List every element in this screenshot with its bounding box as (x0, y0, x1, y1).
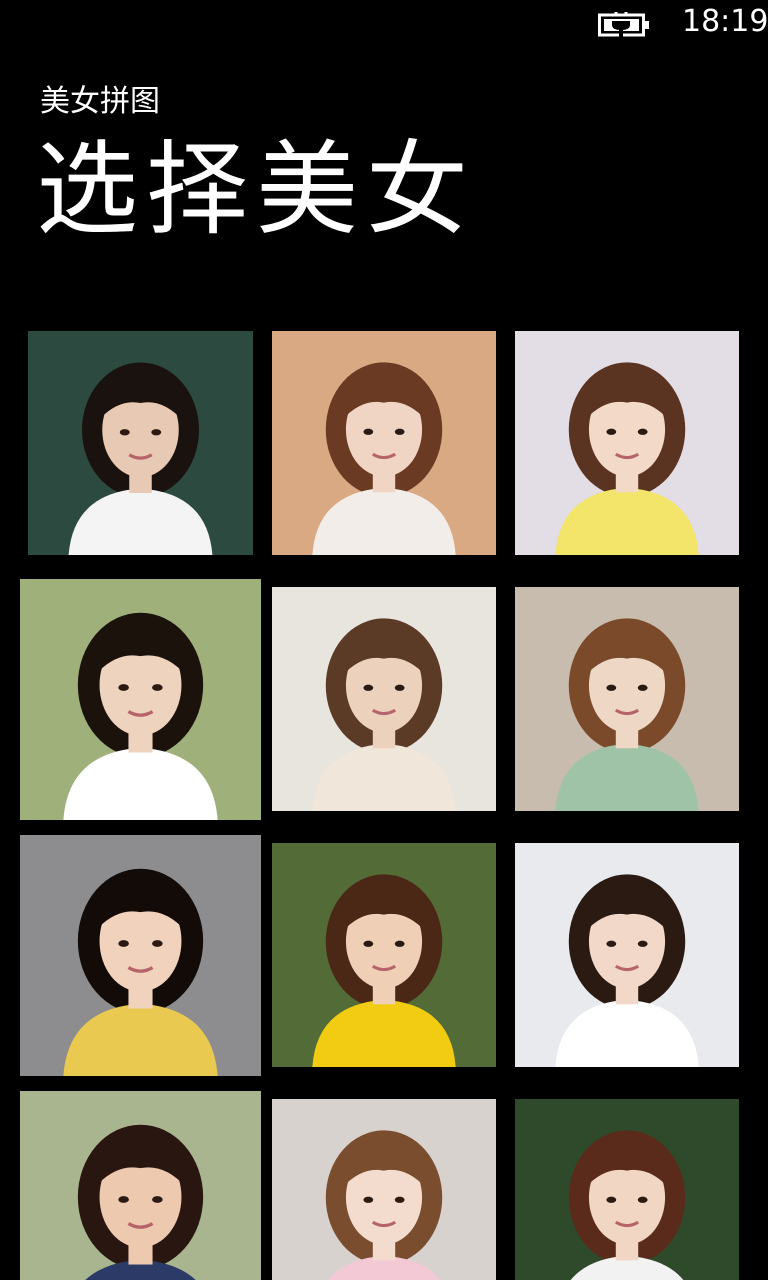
photo-tile-1[interactable] (28, 331, 253, 555)
photo-tile-7[interactable] (20, 835, 261, 1076)
photo-12-image (515, 1099, 739, 1280)
photo-tile-11[interactable] (272, 1099, 496, 1280)
photo-tile-10[interactable] (20, 1091, 261, 1280)
photo-tile-8[interactable] (272, 843, 496, 1067)
photo-tile-5[interactable] (272, 587, 496, 811)
photo-1-image (28, 331, 253, 555)
photo-2-image (272, 331, 496, 555)
photo-8-image (272, 843, 496, 1067)
photo-tile-12[interactable] (515, 1099, 739, 1280)
photo-7-image (20, 835, 261, 1076)
photo-9-image (515, 843, 739, 1067)
photo-6-image (515, 587, 739, 811)
photo-3-image (515, 331, 739, 555)
photo-grid (0, 0, 768, 1280)
photo-tile-4[interactable] (20, 579, 261, 820)
photo-tile-6[interactable] (515, 587, 739, 811)
photo-11-image (272, 1099, 496, 1280)
photo-tile-2[interactable] (272, 331, 496, 555)
app-screen: 18:19 美女拼图 选择美女 (0, 0, 768, 1280)
photo-4-image (20, 579, 261, 820)
photo-tile-9[interactable] (515, 843, 739, 1067)
photo-10-image (20, 1091, 261, 1280)
photo-5-image (272, 587, 496, 811)
photo-tile-3[interactable] (515, 331, 739, 555)
